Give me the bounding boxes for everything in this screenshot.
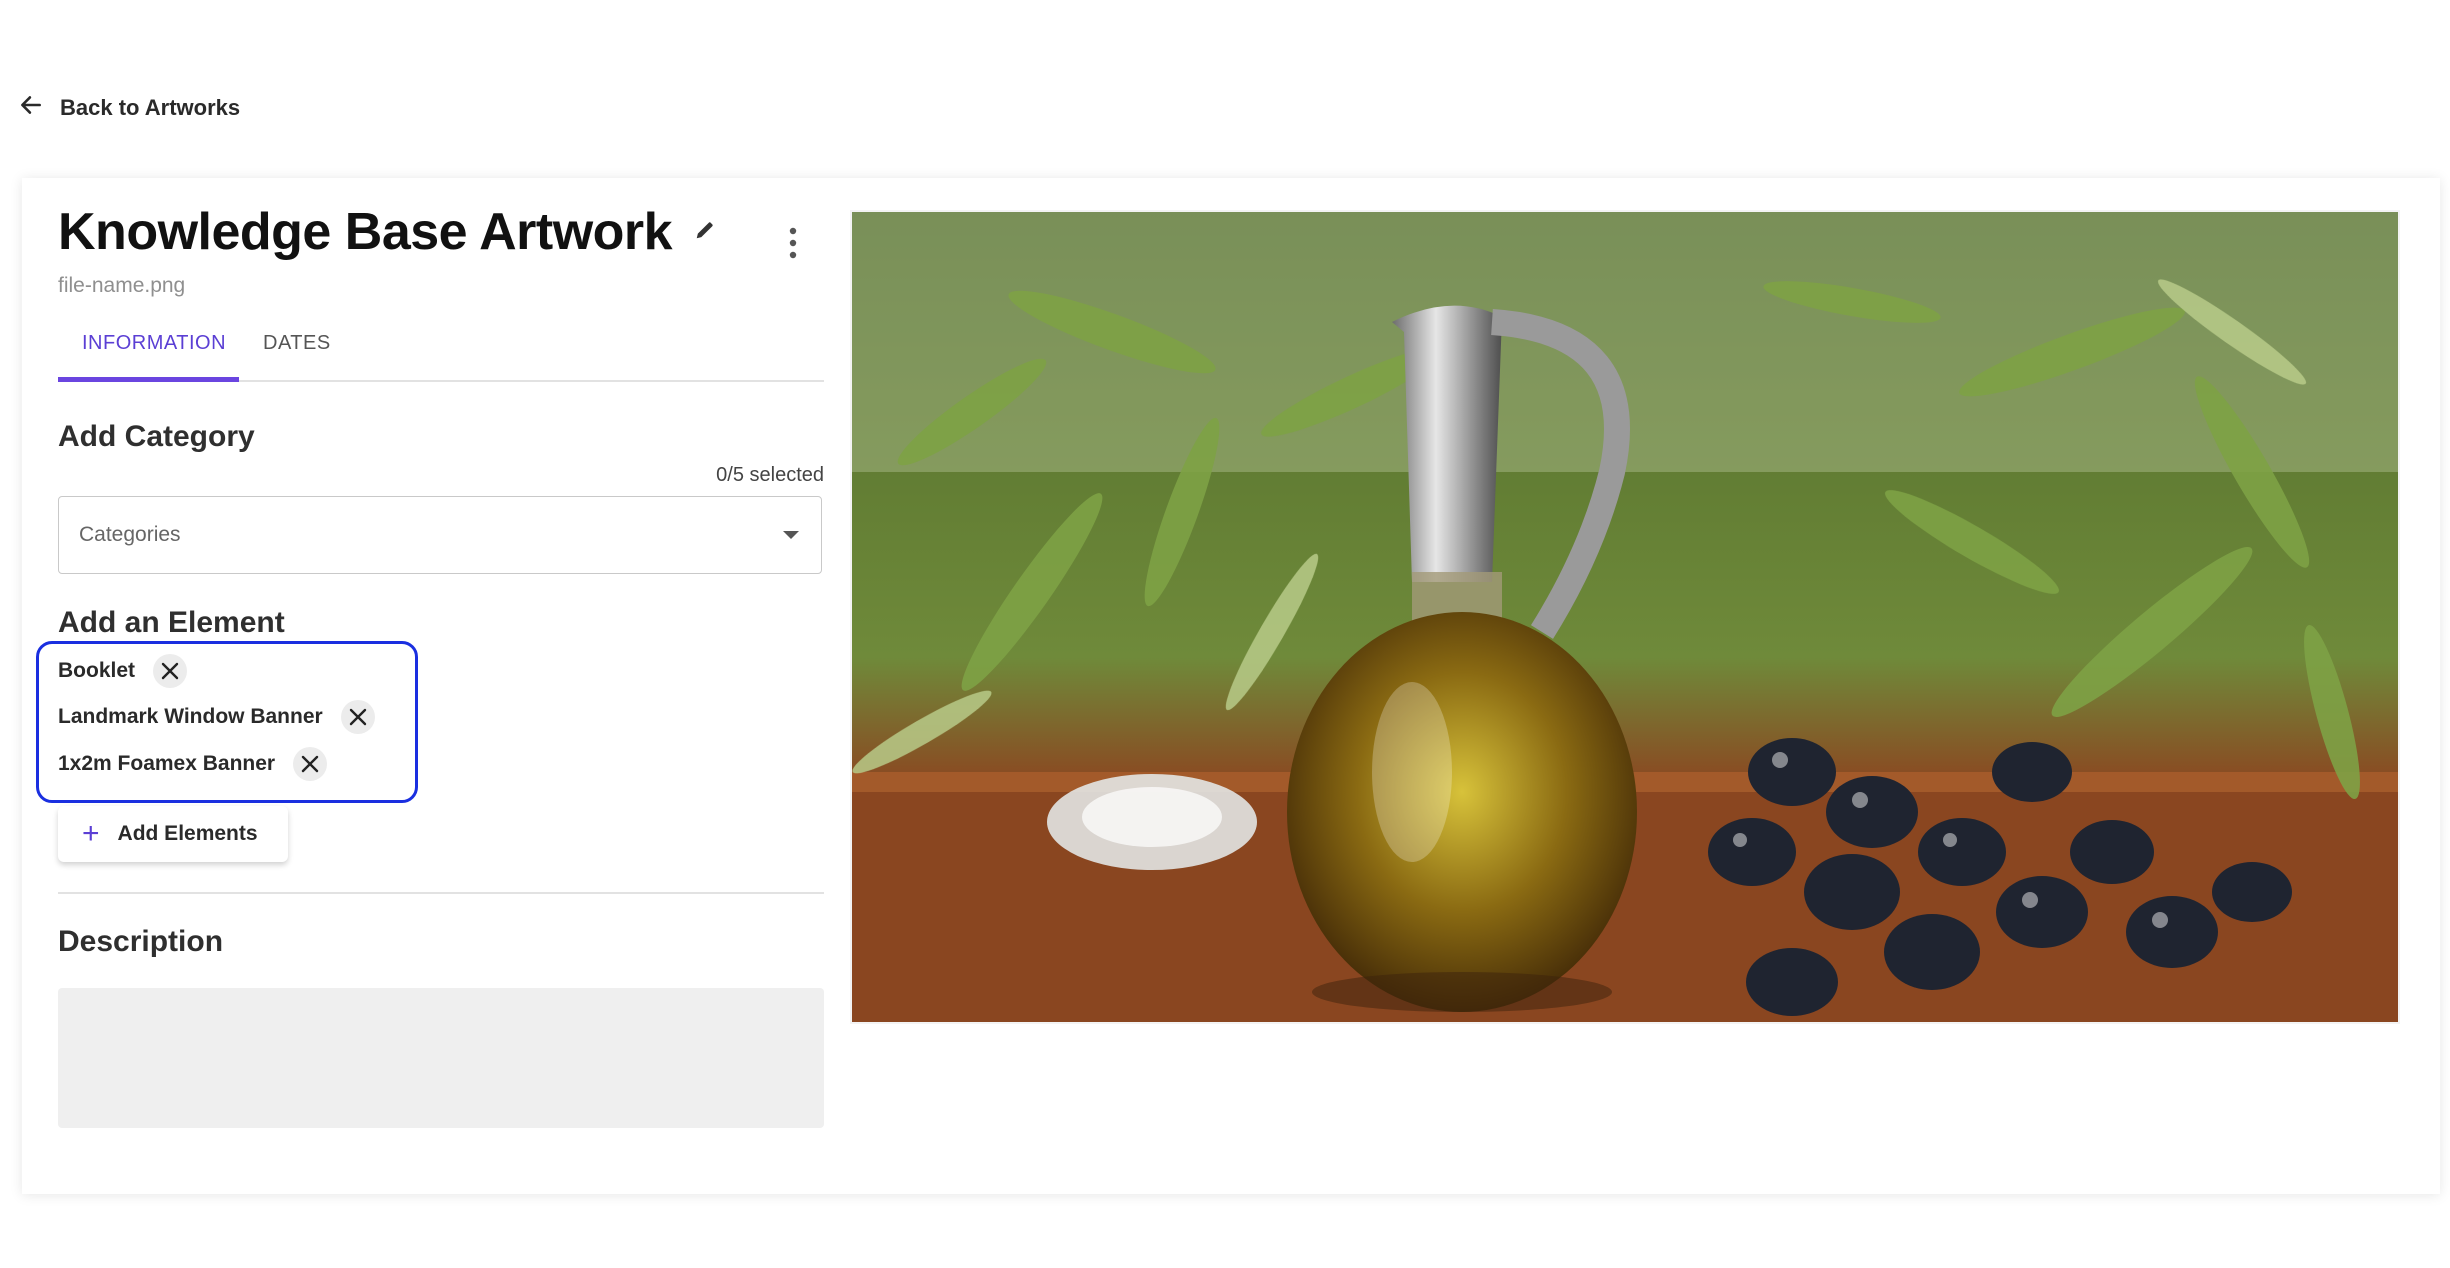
page-title: Knowledge Base Artwork	[58, 203, 673, 261]
close-icon	[349, 708, 366, 726]
tab-information[interactable]: INFORMATION	[82, 332, 226, 355]
close-icon	[301, 755, 319, 773]
element-chip-label: 1x2m Foamex Banner	[58, 752, 276, 775]
tab-bar: INFORMATION DATES	[58, 314, 824, 382]
arrow-left-icon	[18, 92, 44, 124]
plus-icon: +	[82, 817, 100, 850]
add-category-heading: Add Category	[58, 420, 255, 453]
element-chip: Booklet	[58, 654, 188, 688]
remove-element-button[interactable]	[293, 747, 328, 781]
description-heading: Description	[58, 925, 224, 958]
back-link-label: Back to Artworks	[60, 95, 241, 120]
section-divider	[58, 892, 824, 894]
title-row: Knowledge Base Artwork	[58, 206, 716, 258]
element-chip: 1x2m Foamex Banner	[58, 747, 328, 781]
close-icon	[161, 662, 179, 680]
add-elements-button[interactable]: + Add Elements	[58, 806, 288, 862]
categories-placeholder: Categories	[79, 523, 181, 546]
pencil-icon[interactable]	[694, 219, 716, 246]
file-name: file-name.png	[58, 274, 186, 297]
active-tab-indicator	[58, 377, 239, 382]
selected-count: 0/5 selected	[716, 464, 824, 486]
tab-dates[interactable]: DATES	[263, 332, 331, 355]
olive-oil-photo	[852, 212, 2398, 1022]
add-element-heading: Add an Element	[58, 606, 285, 639]
remove-element-button[interactable]	[153, 654, 188, 688]
remove-element-button[interactable]	[340, 700, 375, 734]
categories-select[interactable]: Categories	[58, 496, 822, 574]
element-chip-label: Landmark Window Banner	[58, 705, 323, 728]
more-options-icon[interactable]	[782, 226, 804, 260]
back-to-artworks-link[interactable]: Back to Artworks	[18, 92, 240, 124]
description-field[interactable]	[58, 988, 824, 1128]
element-chip: Landmark Window Banner	[58, 700, 375, 734]
cork-stopper	[1047, 774, 1257, 870]
element-chip-label: Booklet	[58, 659, 136, 682]
artwork-preview-image	[850, 210, 2400, 1024]
caret-down-icon	[783, 531, 799, 539]
add-elements-label: Add Elements	[117, 822, 258, 845]
